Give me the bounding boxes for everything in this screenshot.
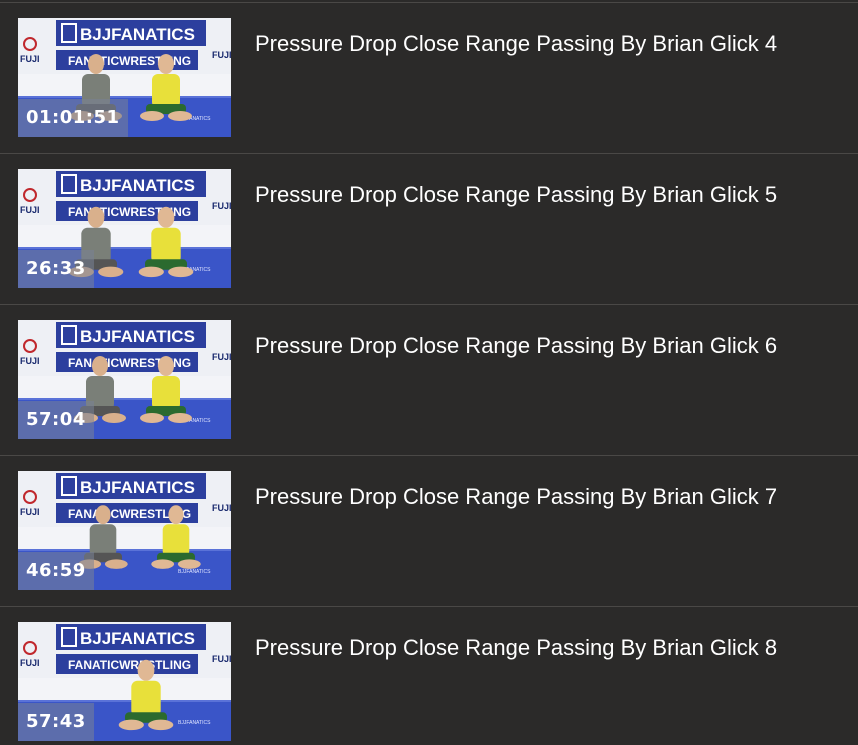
svg-text:BJJFANATICS: BJJFANATICS xyxy=(178,569,211,575)
svg-text:FUJI: FUJI xyxy=(212,352,231,362)
video-thumbnail[interactable]: BJJFANATICS FANATICWRESTLING FUJI FUJI B… xyxy=(18,471,231,590)
video-duration-badge: 57:04 xyxy=(18,401,94,439)
video-thumbnail[interactable]: BJJFANATICS FANATICWRESTLING FUJI FUJI B… xyxy=(18,169,231,288)
video-duration-badge: 26:33 xyxy=(18,250,94,288)
video-list-item[interactable]: BJJFANATICS FANATICWRESTLING FUJI FUJI B… xyxy=(0,456,858,607)
svg-text:BJJFANATICS: BJJFANATICS xyxy=(80,176,195,195)
video-thumbnail[interactable]: BJJFANATICS FANATICWRESTLING FUJI FUJI B… xyxy=(18,622,231,741)
svg-text:BJJFANATICS: BJJFANATICS xyxy=(178,720,211,726)
svg-text:BJJFANATICS: BJJFANATICS xyxy=(80,629,195,648)
video-title[interactable]: Pressure Drop Close Range Passing By Bri… xyxy=(255,635,777,661)
svg-text:FUJI: FUJI xyxy=(20,54,40,64)
svg-text:FUJI: FUJI xyxy=(212,654,231,664)
svg-text:BJJFANATICS: BJJFANATICS xyxy=(80,25,195,44)
svg-text:FUJI: FUJI xyxy=(212,50,231,60)
video-duration-badge: 46:59 xyxy=(18,552,94,590)
video-title[interactable]: Pressure Drop Close Range Passing By Bri… xyxy=(255,31,777,57)
svg-text:FUJI: FUJI xyxy=(212,201,231,211)
svg-text:BJJFANATICS: BJJFANATICS xyxy=(80,478,195,497)
video-thumbnail[interactable]: BJJFANATICS FANATICWRESTLING FUJI FUJI B… xyxy=(18,320,231,439)
svg-text:FUJI: FUJI xyxy=(20,356,40,366)
svg-text:FUJI: FUJI xyxy=(212,503,231,513)
video-duration-badge: 01:01:51 xyxy=(18,99,128,137)
video-title[interactable]: Pressure Drop Close Range Passing By Bri… xyxy=(255,484,777,510)
video-thumbnail[interactable]: BJJFANATICS FANATICWRESTLING FUJI FUJI B… xyxy=(18,18,231,137)
video-list-item[interactable]: BJJFANATICS FANATICWRESTLING FUJI FUJI B… xyxy=(0,3,858,154)
svg-text:BJJFANATICS: BJJFANATICS xyxy=(80,327,195,346)
video-list: BJJFANATICS FANATICWRESTLING FUJI FUJI B… xyxy=(0,0,858,745)
svg-text:FANATICWRESTLING: FANATICWRESTLING xyxy=(68,658,191,672)
video-list-item[interactable]: BJJFANATICS FANATICWRESTLING FUJI FUJI B… xyxy=(0,305,858,456)
svg-text:FUJI: FUJI xyxy=(20,507,40,517)
svg-text:FUJI: FUJI xyxy=(20,658,40,668)
video-list-item[interactable]: BJJFANATICS FANATICWRESTLING FUJI FUJI B… xyxy=(0,607,858,745)
svg-text:FUJI: FUJI xyxy=(20,205,40,215)
video-title[interactable]: Pressure Drop Close Range Passing By Bri… xyxy=(255,333,777,359)
video-list-item[interactable]: BJJFANATICS FANATICWRESTLING FUJI FUJI B… xyxy=(0,154,858,305)
video-duration-badge: 57:43 xyxy=(18,703,94,741)
video-title[interactable]: Pressure Drop Close Range Passing By Bri… xyxy=(255,182,777,208)
